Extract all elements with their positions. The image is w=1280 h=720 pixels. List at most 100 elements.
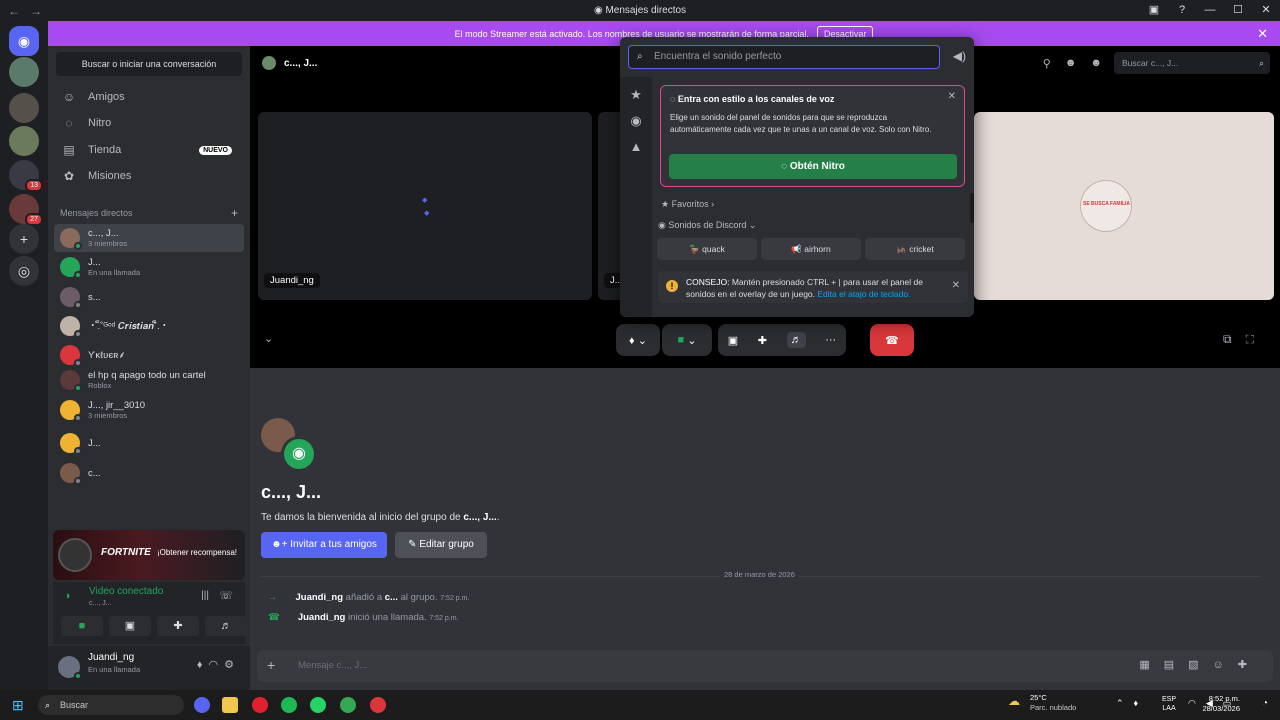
get-nitro-button[interactable]: ◌ Obtén Nitro: [669, 154, 957, 179]
dm-item[interactable]: ・.็˚ᴳᵒᵈ 𝑪𝒓𝒊𝒔𝒕𝒊𝒂𝒏˚็.・: [54, 312, 244, 340]
chevron-up-icon[interactable]: ⌃: [1116, 698, 1134, 708]
message-author[interactable]: Juandi_ng: [296, 592, 344, 603]
screenshare-icon[interactable]: ▣: [728, 334, 738, 347]
volume-icon[interactable]: ◀): [953, 49, 966, 63]
windows-start-icon[interactable]: ⊞: [12, 697, 24, 714]
nav-item-shop[interactable]: ▤ Tienda NUEVO: [56, 138, 242, 162]
video-tile[interactable]: ◆ ◆ Juandi_ng: [258, 112, 592, 300]
server-icon[interactable]: [9, 93, 39, 123]
add-server-icon[interactable]: +: [9, 224, 39, 254]
sound-search-input[interactable]: ⌕ Encuentra el sonido perfecto: [628, 45, 940, 69]
emoji-icon[interactable]: ☺: [1213, 659, 1238, 671]
server-icon[interactable]: 13: [9, 160, 43, 192]
upload-plus-icon[interactable]: +: [267, 657, 275, 673]
server-sounds-icon[interactable]: ▲: [620, 139, 652, 154]
server-icon[interactable]: [9, 57, 39, 87]
camera-button[interactable]: ■: [61, 616, 103, 636]
apps-icon[interactable]: ✚: [1238, 659, 1261, 671]
end-call-button[interactable]: ☎: [870, 324, 914, 356]
spotify-icon[interactable]: [281, 697, 297, 713]
maximize-button[interactable]: ☐: [1224, 0, 1252, 21]
dm-item[interactable]: c..., J... 3 miembros: [54, 224, 244, 252]
dm-item[interactable]: c...: [54, 459, 244, 487]
language-indicator[interactable]: ESP LAA: [1162, 695, 1176, 713]
server-icon[interactable]: [9, 126, 39, 156]
gif-icon[interactable]: ▤: [1164, 659, 1188, 671]
close-icon[interactable]: ✕: [952, 280, 960, 291]
favorites-star-icon[interactable]: ★: [620, 87, 652, 103]
camera-toggle-button[interactable]: ■ ⌄: [662, 324, 712, 356]
nav-item-quests[interactable]: ✿ Misiones: [56, 164, 242, 188]
members-icon[interactable]: ☻: [1090, 57, 1102, 69]
dm-item[interactable]: J... En una llamada: [54, 253, 244, 281]
dm-item[interactable]: s...: [54, 283, 244, 311]
headset-icon[interactable]: ◠: [209, 659, 225, 671]
fullscreen-icon[interactable]: ⛶: [1246, 332, 1268, 346]
channel-search-input[interactable]: Buscar c..., J... ⌕: [1114, 52, 1270, 74]
notification-bell-icon[interactable]: ◔: [1262, 698, 1268, 709]
nav-item-nitro[interactable]: ◌ Nitro: [56, 111, 242, 135]
gift-icon[interactable]: ▦: [1139, 659, 1163, 671]
activities-button[interactable]: ✚: [157, 616, 199, 636]
username[interactable]: Juandi_ng: [88, 652, 134, 663]
close-icon[interactable]: ✕: [1257, 26, 1268, 42]
mic-icon[interactable]: ♦: [197, 659, 209, 671]
home-discord-icon[interactable]: ◉: [9, 26, 39, 56]
discord-app-icon[interactable]: [194, 697, 210, 713]
message-target[interactable]: c...: [385, 592, 398, 603]
roblox-icon[interactable]: [370, 697, 386, 713]
file-explorer-icon[interactable]: [222, 697, 238, 713]
edit-shortcut-link[interactable]: Edita el atajo de teclado.: [817, 289, 910, 299]
discord-sounds-section[interactable]: ◉ Sonidos de Discord ⌄: [658, 220, 756, 231]
gear-icon[interactable]: ⚙: [224, 659, 240, 671]
mic-tray-icon[interactable]: ♦: [1134, 698, 1149, 708]
noise-suppression-icon[interactable]: |||: [201, 590, 209, 601]
dm-item[interactable]: el hp q apago todo un cartel Roblox: [54, 366, 244, 394]
clock[interactable]: 8:52 p.m. 28/03/2026: [1202, 694, 1240, 714]
voice-channel[interactable]: c..., J...: [89, 600, 112, 607]
user-avatar[interactable]: [58, 656, 82, 680]
favorites-section[interactable]: ★ Favoritos ›: [661, 199, 714, 210]
sticker-icon[interactable]: ▧: [1188, 659, 1212, 671]
close-window-button[interactable]: ✕: [1252, 0, 1280, 21]
chevron-down-icon[interactable]: ⌄: [264, 332, 273, 345]
composer-placeholder[interactable]: Mensaje c..., J...: [298, 660, 367, 671]
create-dm-icon[interactable]: +: [231, 206, 238, 220]
discover-icon[interactable]: ◎: [9, 256, 39, 286]
sound-button-airhorn[interactable]: 📢 airhorn: [761, 238, 861, 260]
mic-toggle-button[interactable]: ♦ ⌄: [616, 324, 660, 356]
disconnect-icon[interactable]: ☏: [219, 589, 233, 602]
dm-item[interactable]: J...: [54, 429, 244, 457]
help-icon[interactable]: ?: [1168, 0, 1196, 21]
more-icon[interactable]: ···: [825, 334, 836, 346]
sound-button-quack[interactable]: 🦆 quack: [657, 238, 757, 260]
weather-widget[interactable]: ☁ 25°C Parc. nublado: [1008, 693, 1076, 713]
add-friends-icon[interactable]: ☻: [1065, 57, 1077, 69]
opera-icon[interactable]: [252, 697, 268, 713]
voice-status[interactable]: Video conectado: [89, 586, 163, 597]
dm-item[interactable]: J..., jir__3010 3 miembros: [54, 396, 244, 424]
soundboard-icon[interactable]: ♬: [786, 332, 806, 348]
dm-item[interactable]: Ƴĸℓʋєʀ⸙: [54, 341, 244, 369]
video-tile[interactable]: SE BUSCA FAMILIA: [974, 112, 1274, 300]
scrollbar[interactable]: [970, 193, 974, 223]
message-author[interactable]: Juandi_ng: [298, 612, 346, 623]
invite-friends-button[interactable]: ☻+ Invitar a tus amigos: [261, 532, 387, 558]
inbox-icon[interactable]: ▣: [1140, 0, 1168, 21]
claim-reward-button[interactable]: ¡Obtener recompensa!: [157, 548, 237, 557]
screenshare-button[interactable]: ▣: [109, 616, 151, 636]
server-icon[interactable]: 27: [9, 194, 43, 226]
message-composer[interactable]: + Mensaje c..., J... ▦▤▧☺✚: [257, 650, 1273, 682]
discord-icon[interactable]: ◉: [620, 113, 652, 129]
sound-button-cricket[interactable]: 🦗 cricket: [865, 238, 965, 260]
find-conversation-button[interactable]: Buscar o iniciar una conversación: [56, 52, 242, 76]
edit-group-button[interactable]: ✎ Editar grupo: [395, 532, 487, 558]
minimize-button[interactable]: —: [1196, 0, 1224, 21]
taskbar-search[interactable]: ⌕ Buscar: [38, 695, 184, 715]
soundboard-button[interactable]: ♬: [205, 616, 247, 636]
popout-icon[interactable]: ⧉: [1223, 332, 1246, 346]
activities-icon[interactable]: ✚: [758, 334, 767, 347]
whatsapp-icon[interactable]: [310, 697, 326, 713]
pin-icon[interactable]: ⚲: [1043, 57, 1051, 70]
close-icon[interactable]: ✕: [948, 91, 956, 102]
